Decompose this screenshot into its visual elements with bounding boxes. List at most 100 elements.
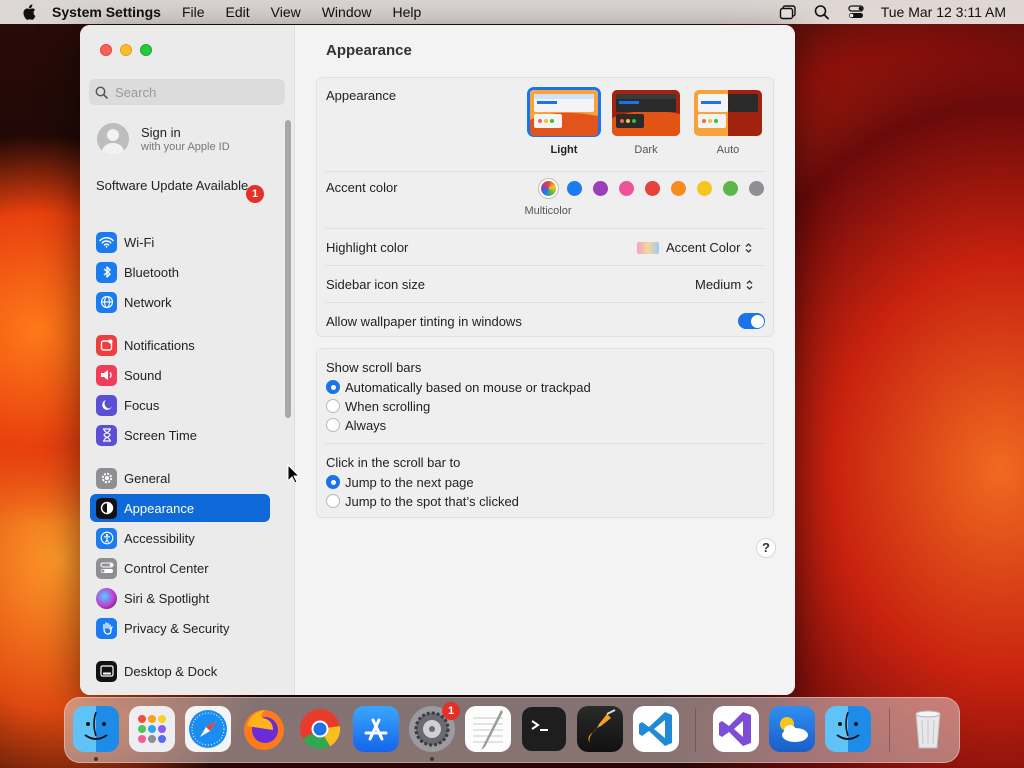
sidebar-item-label: Focus (124, 397, 160, 413)
signin-subtitle: with your Apple ID (141, 141, 230, 153)
accent-blue-swatch[interactable] (567, 181, 582, 196)
sidebar-item-label: General (124, 470, 171, 486)
sidebar-item-focus[interactable]: Focus (90, 391, 270, 419)
siri-icon (96, 587, 117, 609)
finder-alt-icon[interactable] (825, 706, 871, 752)
chevron-updown-icon (745, 242, 752, 253)
garageband-icon[interactable] (577, 706, 623, 752)
scroll-when-scrolling-radio[interactable] (326, 399, 340, 413)
spotlight-search-icon[interactable] (813, 4, 831, 20)
scroll-auto-radio[interactable] (326, 380, 340, 394)
sidebar-item-desktop-dock[interactable]: Desktop & Dock (90, 657, 270, 685)
sidebar-icon-size-label: Sidebar icon size (326, 277, 425, 292)
appearance-dark-thumbnail[interactable] (612, 90, 680, 136)
appearance-settings-panel: Appearance Light Dark Auto Accent color … (316, 77, 774, 337)
safari-icon[interactable] (185, 706, 231, 752)
menu-file[interactable]: File (182, 4, 205, 20)
sidebar-item-label: Accessibility (124, 530, 195, 546)
sidebar-item-screen-time[interactable]: Screen Time (90, 421, 270, 449)
sidebar-item-bluetooth[interactable]: Bluetooth (90, 258, 270, 286)
jump-next-page-label[interactable]: Jump to the next page (345, 475, 474, 490)
globe-icon (96, 291, 117, 313)
sidebar-scrollbar[interactable] (285, 120, 291, 418)
accent-multicolor-swatch[interactable] (541, 181, 556, 196)
close-window-button[interactable] (100, 44, 112, 56)
sidebar-item-network[interactable]: Network (90, 288, 270, 316)
bell-icon (96, 334, 117, 356)
zoom-window-button[interactable] (140, 44, 152, 56)
scroll-when-scrolling-label[interactable]: When scrolling (345, 399, 430, 414)
menu-view[interactable]: View (271, 4, 301, 20)
appearance-label: Appearance (326, 88, 397, 103)
click-scroll-bar-label: Click in the scroll bar to (326, 455, 461, 470)
accent-orange-swatch[interactable] (671, 181, 686, 196)
vscode-icon[interactable] (633, 706, 679, 752)
sidebar-item-sound[interactable]: Sound (90, 361, 270, 389)
highlight-color-popup[interactable]: Accent Color (637, 240, 752, 255)
gear-icon (96, 467, 117, 489)
sidebar-item-label: Control Center (124, 560, 209, 576)
apple-id-signin[interactable]: Sign in with your Apple ID (97, 123, 230, 155)
sidebar-item-privacy-security[interactable]: Privacy & Security (90, 614, 270, 642)
software-update-badge: 1 (246, 185, 264, 203)
accent-graphite-swatch[interactable] (749, 181, 764, 196)
accent-green-swatch[interactable] (723, 181, 738, 196)
sidebar-item-label: Network (124, 294, 172, 310)
terminal-icon[interactable] (521, 706, 567, 752)
help-button[interactable]: ? (756, 538, 776, 558)
weather-icon[interactable] (769, 706, 815, 752)
dock: 1 (64, 697, 960, 763)
menu-edit[interactable]: Edit (226, 4, 250, 20)
sidebar-item-control-center[interactable]: Control Center (90, 554, 270, 582)
sidebar-item-label: Bluetooth (124, 264, 179, 280)
apple-logo-icon[interactable] (18, 4, 40, 20)
minimize-window-button[interactable] (120, 44, 132, 56)
scroll-always-radio[interactable] (326, 418, 340, 432)
sidebar-item-notifications[interactable]: Notifications (90, 331, 270, 359)
accent-yellow-swatch[interactable] (697, 181, 712, 196)
accent-pink-swatch[interactable] (619, 181, 634, 196)
app-store-icon[interactable] (353, 706, 399, 752)
finder-icon[interactable] (73, 706, 119, 752)
sidebar-item-label: Desktop & Dock (124, 663, 218, 679)
chrome-icon[interactable] (297, 706, 343, 752)
menu-help[interactable]: Help (393, 4, 422, 20)
menu-clock[interactable]: Tue Mar 12 3:11 AM (881, 4, 1006, 20)
sidebar-item-accessibility[interactable]: Accessibility (90, 524, 270, 552)
search-placeholder: Search (115, 84, 157, 100)
jump-to-spot-radio[interactable] (326, 494, 340, 508)
accent-red-swatch[interactable] (645, 181, 660, 196)
scroll-always-label[interactable]: Always (345, 418, 386, 433)
moon-icon (96, 394, 117, 416)
visual-studio-icon[interactable] (713, 706, 759, 752)
sidebar-item-siri-spotlight[interactable]: Siri & Spotlight (90, 584, 270, 612)
jump-to-spot-label[interactable]: Jump to the spot that’s clicked (345, 494, 519, 509)
appearance-light-thumbnail[interactable] (530, 90, 598, 136)
search-input[interactable]: Search (89, 79, 285, 105)
sidebar-item-appearance[interactable]: Appearance (90, 494, 270, 522)
sidebar-item-label: Wi-Fi (124, 234, 155, 250)
chevron-updown-icon (746, 279, 753, 290)
menu-window[interactable]: Window (322, 4, 372, 20)
trash-icon[interactable] (905, 706, 951, 752)
software-update-item[interactable]: Software Update Available (96, 178, 266, 194)
scroll-bar-settings-panel: Show scroll bars Automatically based on … (316, 348, 774, 518)
control-center-toggle-icon[interactable] (847, 4, 865, 20)
accessibility-icon (96, 527, 117, 549)
textedit-icon[interactable] (465, 706, 511, 752)
launchpad-icon[interactable] (129, 706, 175, 752)
jump-next-page-radio[interactable] (326, 475, 340, 489)
sidebar-item-wifi[interactable]: Wi-Fi (90, 228, 270, 256)
appearance-auto-thumbnail[interactable] (694, 90, 762, 136)
accent-purple-swatch[interactable] (593, 181, 608, 196)
wifi-icon (96, 231, 117, 253)
menu-app-name[interactable]: System Settings (52, 4, 161, 20)
wallpaper-tinting-toggle[interactable] (738, 313, 765, 329)
firefox-icon[interactable] (241, 706, 287, 752)
highlight-color-preview (637, 241, 659, 254)
window-controls (100, 44, 152, 56)
scroll-auto-label[interactable]: Automatically based on mouse or trackpad (345, 380, 591, 395)
windows-icon[interactable] (779, 4, 797, 20)
sidebar-icon-size-popup[interactable]: Medium (695, 277, 753, 292)
sidebar-item-general[interactable]: General (90, 464, 270, 492)
